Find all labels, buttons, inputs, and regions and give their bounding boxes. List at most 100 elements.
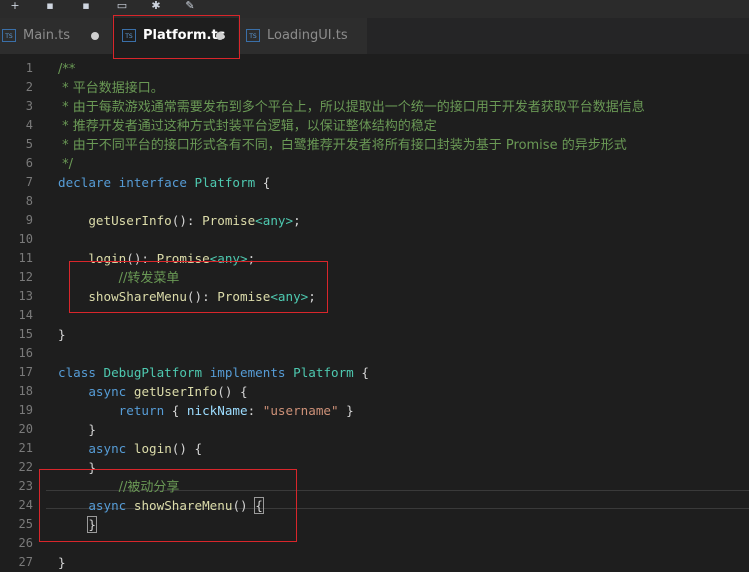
- keyword-token: interface: [118, 175, 187, 190]
- brush-icon[interactable]: ✎: [181, 0, 199, 12]
- code-line[interactable]: * 平台数据接口。: [58, 78, 164, 97]
- punctuation-token: [58, 441, 88, 456]
- line-number: 25: [18, 517, 33, 531]
- type-token: Platform: [194, 175, 256, 190]
- line-number: 2: [25, 80, 33, 94]
- code-line[interactable]: return { nickName: "username" }: [58, 401, 354, 420]
- punctuation-token: {: [255, 175, 271, 190]
- punctuation-token: :: [247, 403, 263, 418]
- punctuation-token: [96, 365, 104, 380]
- punctuation-token: [202, 365, 210, 380]
- code-line[interactable]: * 由于不同平台的接口形式各有不同，白鹭推荐开发者将所有接口封装为基于 Prom…: [58, 135, 627, 154]
- code-line[interactable]: async getUserInfo() {: [58, 382, 248, 401]
- punctuation-token: }: [58, 555, 66, 570]
- comment-token: * 平台数据接口。: [58, 81, 164, 96]
- code-line[interactable]: /**: [58, 59, 75, 78]
- line-number: 22: [18, 460, 33, 474]
- function-token: Promise: [202, 213, 256, 228]
- punctuation-token: () {: [171, 441, 203, 456]
- punctuation-token: () {: [217, 384, 248, 399]
- function-token: login: [133, 441, 172, 456]
- highlight-box-passive-share: [39, 469, 297, 542]
- line-number: 18: [18, 384, 33, 398]
- punctuation-token: [286, 365, 294, 380]
- line-number: 24: [18, 498, 33, 512]
- punctuation-token: [58, 384, 88, 399]
- highlight-box-share-menu: [69, 261, 328, 313]
- line-number: 23: [18, 479, 33, 493]
- line-number: 20: [18, 422, 33, 436]
- keyword-token: implements: [209, 365, 286, 380]
- line-number: 4: [25, 118, 33, 132]
- line-number: 5: [25, 137, 33, 151]
- punctuation-token: {: [353, 365, 369, 380]
- line-number: 19: [18, 403, 33, 417]
- line-number: 27: [18, 555, 33, 569]
- save-icon[interactable]: ▪: [41, 0, 59, 12]
- line-number: 9: [25, 213, 33, 227]
- code-line[interactable]: }: [58, 325, 66, 344]
- code-line[interactable]: declare interface Platform {: [58, 173, 270, 192]
- typescript-file-icon: TS: [246, 29, 260, 42]
- comment-token: * 由于每款游戏通常需要发布到多个平台上，所以提取出一个统一的接口用于开发者获取…: [58, 100, 645, 115]
- code-line[interactable]: getUserInfo(): Promise<any>;: [58, 211, 301, 230]
- line-number: 6: [25, 156, 33, 170]
- punctuation-token: ():: [171, 213, 203, 228]
- keyboard-icon[interactable]: ▭: [113, 0, 131, 12]
- punctuation-token: [58, 403, 119, 418]
- highlight-box-tab: [113, 15, 240, 59]
- type-token: <any>: [255, 213, 294, 228]
- line-number: 10: [18, 232, 33, 246]
- line-number: 3: [25, 99, 33, 113]
- line-number: 12: [18, 270, 33, 284]
- punctuation-token: [126, 441, 134, 456]
- comment-token: */: [58, 157, 74, 172]
- function-token: getUserInfo: [88, 213, 172, 228]
- code-line[interactable]: * 推荐开发者通过这种方式封装平台逻辑，以保证整体结构的稳定: [58, 116, 437, 135]
- line-number: 7: [25, 175, 33, 189]
- punctuation-token: {: [164, 403, 187, 418]
- line-number: 13: [18, 289, 33, 303]
- line-number: 15: [18, 327, 33, 341]
- line-number: 26: [18, 536, 33, 550]
- code-line[interactable]: * 由于每款游戏通常需要发布到多个平台上，所以提取出一个统一的接口用于开发者获取…: [58, 97, 645, 116]
- keyword-token: async: [88, 441, 127, 456]
- function-token: getUserInfo: [133, 384, 218, 399]
- add-file-icon[interactable]: +: [6, 0, 24, 12]
- punctuation-token: [111, 175, 119, 190]
- line-number: 11: [18, 251, 33, 265]
- type-token: Platform: [293, 365, 354, 380]
- tab-main-ts[interactable]: TS Main.ts: [0, 18, 112, 54]
- line-number: 17: [18, 365, 33, 379]
- tab-label: Main.ts: [23, 28, 71, 43]
- property-token: nickName: [186, 403, 248, 418]
- punctuation-token: }: [338, 403, 354, 418]
- keyword-token: declare: [58, 175, 112, 190]
- comment-token: * 推荐开发者通过这种方式封装平台逻辑，以保证整体结构的稳定: [58, 119, 437, 134]
- keyword-token: async: [88, 384, 127, 399]
- punctuation-token: }: [58, 327, 66, 342]
- line-number: 8: [25, 194, 33, 208]
- code-line[interactable]: }: [58, 553, 66, 572]
- line-number: 14: [18, 308, 33, 322]
- code-line[interactable]: async login() {: [58, 439, 202, 458]
- punctuation-token: [187, 175, 195, 190]
- comment-token: * 由于不同平台的接口形式各有不同，白鹭推荐开发者将所有接口封装为基于 Prom…: [58, 138, 627, 153]
- punctuation-token: [58, 213, 88, 228]
- code-line[interactable]: class DebugPlatform implements Platform …: [58, 363, 369, 382]
- line-number: 16: [18, 346, 33, 360]
- save-all-icon[interactable]: ▪: [77, 0, 95, 12]
- punctuation-token: }: [58, 422, 96, 437]
- line-number: 21: [18, 441, 33, 455]
- code-line[interactable]: }: [58, 420, 96, 439]
- keyword-token: return: [118, 403, 165, 418]
- settings-icon[interactable]: ✱: [147, 0, 165, 12]
- keyword-token: class: [58, 365, 96, 380]
- tab-loadingui-ts[interactable]: TS LoadingUI.ts: [239, 18, 367, 54]
- unsaved-dot-icon[interactable]: [91, 32, 99, 40]
- line-number: 1: [25, 61, 33, 75]
- comment-token: /**: [58, 62, 76, 77]
- type-token: DebugPlatform: [103, 365, 203, 380]
- punctuation-token: ;: [293, 213, 301, 228]
- code-line[interactable]: */: [58, 154, 73, 173]
